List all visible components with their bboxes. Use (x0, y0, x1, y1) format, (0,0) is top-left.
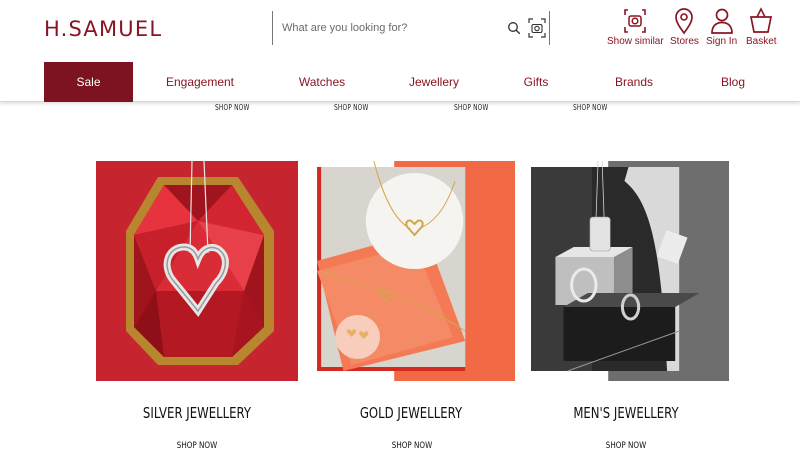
shop-now-link[interactable]: SHOP NOW (334, 103, 368, 112)
search-icon[interactable] (507, 21, 521, 35)
brand-logo[interactable]: H.SAMUEL (44, 17, 162, 41)
category-title-gold[interactable]: GOLD JEWELLERY (325, 404, 497, 422)
basket-icon (750, 7, 773, 33)
nav-item-watches[interactable]: Watches (280, 62, 364, 102)
nav-item-engagement[interactable]: Engagement (148, 62, 252, 102)
search-bar[interactable] (272, 11, 550, 45)
nav-item-brands[interactable]: Brands (604, 62, 664, 102)
site-header: H.SAMUEL Show similar Stores (0, 0, 800, 102)
sign-in-label: Sign In (706, 36, 738, 47)
nav-item-sale[interactable]: Sale (44, 62, 133, 102)
camera-search-icon (624, 9, 647, 33)
shop-now-link[interactable]: SHOP NOW (573, 103, 607, 112)
mens-jewellery-image[interactable] (527, 161, 729, 381)
shop-now-link[interactable]: SHOP NOW (215, 103, 249, 112)
map-pin-icon (675, 8, 694, 35)
gold-jewellery-image[interactable] (313, 161, 515, 381)
shop-now-mens-link[interactable]: SHOP NOW (586, 441, 666, 451)
stores-label: Stores (670, 36, 699, 47)
shop-now-link[interactable]: SHOP NOW (454, 103, 488, 112)
main-navigation: Sale Engagement Watches Jewellery Gifts … (44, 62, 800, 102)
category-title-silver[interactable]: SILVER JEWELLERY (111, 404, 283, 422)
nav-item-jewellery[interactable]: Jewellery (394, 62, 474, 102)
search-input[interactable] (282, 18, 492, 38)
basket-label: Basket (746, 36, 777, 47)
nav-item-blog[interactable]: Blog (712, 62, 754, 102)
shop-now-silver-link[interactable]: SHOP NOW (157, 441, 237, 451)
user-icon (710, 8, 733, 34)
visual-search-icon[interactable] (528, 18, 546, 38)
silver-jewellery-image[interactable] (96, 161, 298, 381)
stores-link[interactable]: Stores (670, 7, 699, 47)
basket-link[interactable]: Basket (746, 7, 777, 47)
show-similar-label: Show similar (607, 36, 664, 47)
category-title-mens[interactable]: MEN'S JEWELLERY (540, 404, 712, 422)
sign-in-link[interactable]: Sign In (706, 7, 737, 47)
nav-item-gifts[interactable]: Gifts (508, 62, 564, 102)
shop-now-gold-link[interactable]: SHOP NOW (372, 441, 452, 451)
show-similar-link[interactable]: Show similar (607, 7, 664, 47)
